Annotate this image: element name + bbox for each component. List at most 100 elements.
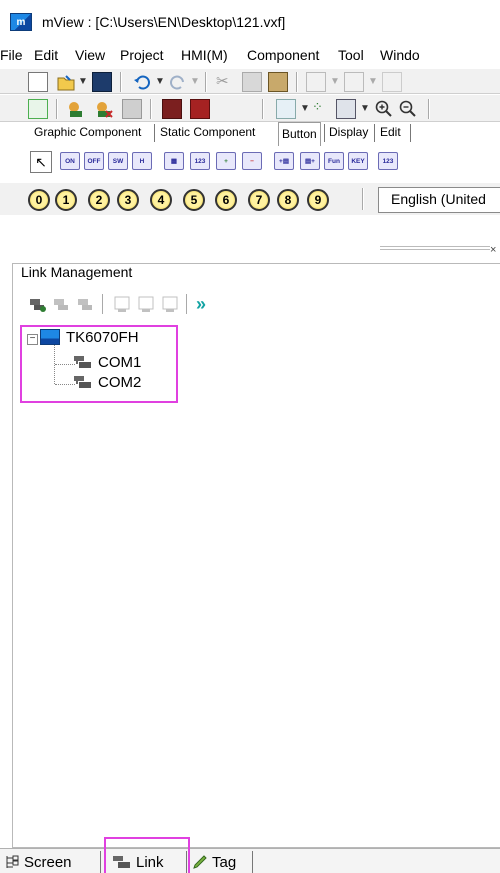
toolbar-separator	[296, 72, 298, 92]
increment-button[interactable]: +	[216, 152, 236, 170]
screen-return-button[interactable]: ▤+	[300, 152, 320, 170]
state-5-button[interactable]: 5	[183, 189, 205, 211]
menu-view[interactable]: View	[75, 47, 105, 63]
toolbar-separator	[56, 99, 58, 119]
open-folder-icon[interactable]	[56, 72, 76, 92]
switch-button[interactable]: SW	[108, 152, 128, 170]
menu-window[interactable]: Windo	[380, 47, 420, 63]
button-component-toolbar: ↖ ON OFF SW H ▦ 123 + − +▤ ▤+ Fun KEY 12…	[18, 149, 500, 175]
tab-separator	[410, 124, 411, 142]
tab-tag[interactable]: Tag	[192, 851, 236, 873]
add-link-icon[interactable]	[28, 294, 48, 314]
zoom-out-icon[interactable]	[398, 99, 418, 119]
redo-icon[interactable]	[168, 72, 188, 92]
screen-jump-button[interactable]: +▤	[274, 152, 294, 170]
link-management-title: Link Management	[18, 264, 136, 280]
compile-icon[interactable]	[162, 99, 182, 119]
panel-close-icon[interactable]: ×	[490, 244, 496, 256]
app-logo-icon: m	[10, 13, 32, 31]
menu-edit[interactable]: Edit	[34, 47, 58, 63]
tab-screen[interactable]: Screen	[4, 851, 72, 873]
project-settings-icon[interactable]	[28, 99, 48, 119]
open-dropdown-arrow-icon[interactable]: ▼	[78, 76, 88, 87]
toolbar-separator	[205, 72, 207, 92]
menu-hmi[interactable]: HMI(M)	[181, 47, 228, 63]
layer-dropdown-arrow-icon[interactable]: ▼	[360, 103, 370, 114]
undo-dropdown-arrow-icon[interactable]: ▼	[155, 76, 165, 87]
tab-separator	[154, 124, 155, 142]
download-icon[interactable]	[190, 99, 210, 119]
zoom-in-icon[interactable]	[374, 99, 394, 119]
state-7-button[interactable]: 7	[248, 189, 270, 211]
align-dropdown-arrow-icon[interactable]: ▼	[330, 76, 340, 87]
link-panel-toolbar: »	[28, 294, 328, 318]
tree-collapse-toggle[interactable]: −	[27, 334, 38, 345]
state-1-button[interactable]: 1	[55, 189, 77, 211]
tree-node-com1[interactable]: COM1	[98, 354, 141, 371]
align-top-icon[interactable]	[344, 72, 364, 92]
add-device-icon[interactable]	[112, 294, 132, 314]
keypad-button[interactable]: ▦	[164, 152, 184, 170]
tree-node-com2[interactable]: COM2	[98, 374, 141, 391]
tree-node-device[interactable]: TK6070FH	[66, 329, 139, 346]
grid-icon[interactable]: ⁘	[312, 99, 332, 119]
state-3-button[interactable]: 3	[117, 189, 139, 211]
disabled-tool-icon[interactable]	[122, 99, 142, 119]
delete-link-icon[interactable]	[94, 99, 114, 119]
cut-icon[interactable]: ✂	[216, 72, 236, 92]
function-button[interactable]: Fun	[324, 152, 344, 170]
menu-tool[interactable]: Tool	[338, 47, 364, 63]
distribute-icon[interactable]	[382, 72, 402, 92]
tab-button[interactable]: Button	[278, 122, 321, 146]
key-button[interactable]: KEY	[348, 152, 368, 170]
state-4-button[interactable]: 4	[150, 189, 172, 211]
state-9-button[interactable]: 9	[307, 189, 329, 211]
pointer-select-icon[interactable]: ↖	[30, 151, 52, 173]
toolbar-separator	[262, 99, 264, 119]
delete-device-icon[interactable]	[160, 294, 180, 314]
menu-component[interactable]: Component	[247, 47, 319, 63]
on-button[interactable]: ON	[60, 152, 80, 170]
state-6-button[interactable]: 6	[215, 189, 237, 211]
state-2-button[interactable]: 2	[88, 189, 110, 211]
expand-more-icon[interactable]: »	[196, 294, 216, 314]
copy-icon[interactable]	[242, 72, 262, 92]
add-link-icon[interactable]	[66, 99, 86, 119]
tab-tag-label: Tag	[212, 853, 237, 871]
component-tab-strip: Graphic Component Static Component Butto…	[18, 122, 500, 146]
project-toolbar: ▼ ⁘ ▼	[0, 94, 500, 122]
tab-static-component[interactable]: Static Component	[160, 125, 255, 139]
panel-grip[interactable]	[380, 246, 490, 250]
edit-device-icon[interactable]	[136, 294, 156, 314]
screen-dropdown-arrow-icon[interactable]: ▼	[300, 103, 310, 114]
hold-button[interactable]: H	[132, 152, 152, 170]
toolbar-separator	[120, 72, 122, 92]
new-file-icon[interactable]	[28, 72, 48, 92]
edit-link-icon[interactable]	[52, 294, 72, 314]
align-top-dropdown-arrow-icon[interactable]: ▼	[368, 76, 378, 87]
toolbar-separator	[102, 294, 104, 314]
align-left-icon[interactable]	[306, 72, 326, 92]
undo-icon[interactable]	[132, 72, 152, 92]
menu-file[interactable]: File	[0, 47, 23, 63]
window-title: mView : [C:\Users\EN\Desktop\121.vxf]	[42, 14, 286, 30]
numeric-input-button[interactable]: 123	[378, 152, 398, 170]
menu-project[interactable]: Project	[120, 47, 164, 63]
tab-separator	[324, 124, 325, 142]
paste-icon[interactable]	[268, 72, 288, 92]
tab-graphic-component[interactable]: Graphic Component	[34, 125, 141, 139]
numeric-set-button[interactable]: 123	[190, 152, 210, 170]
redo-dropdown-arrow-icon[interactable]: ▼	[190, 76, 200, 87]
tab-display[interactable]: Display	[329, 125, 368, 139]
decrement-button[interactable]: −	[242, 152, 262, 170]
delete-link-icon[interactable]	[76, 294, 96, 314]
tab-edit[interactable]: Edit	[380, 125, 401, 139]
toolbar-separator	[186, 294, 188, 314]
off-button[interactable]: OFF	[84, 152, 104, 170]
state-0-button[interactable]: 0	[28, 189, 50, 211]
save-icon[interactable]	[92, 72, 112, 92]
layer-icon[interactable]	[336, 99, 356, 119]
screen-properties-icon[interactable]	[276, 99, 296, 119]
language-select[interactable]: English (United	[378, 187, 500, 213]
state-8-button[interactable]: 8	[277, 189, 299, 211]
